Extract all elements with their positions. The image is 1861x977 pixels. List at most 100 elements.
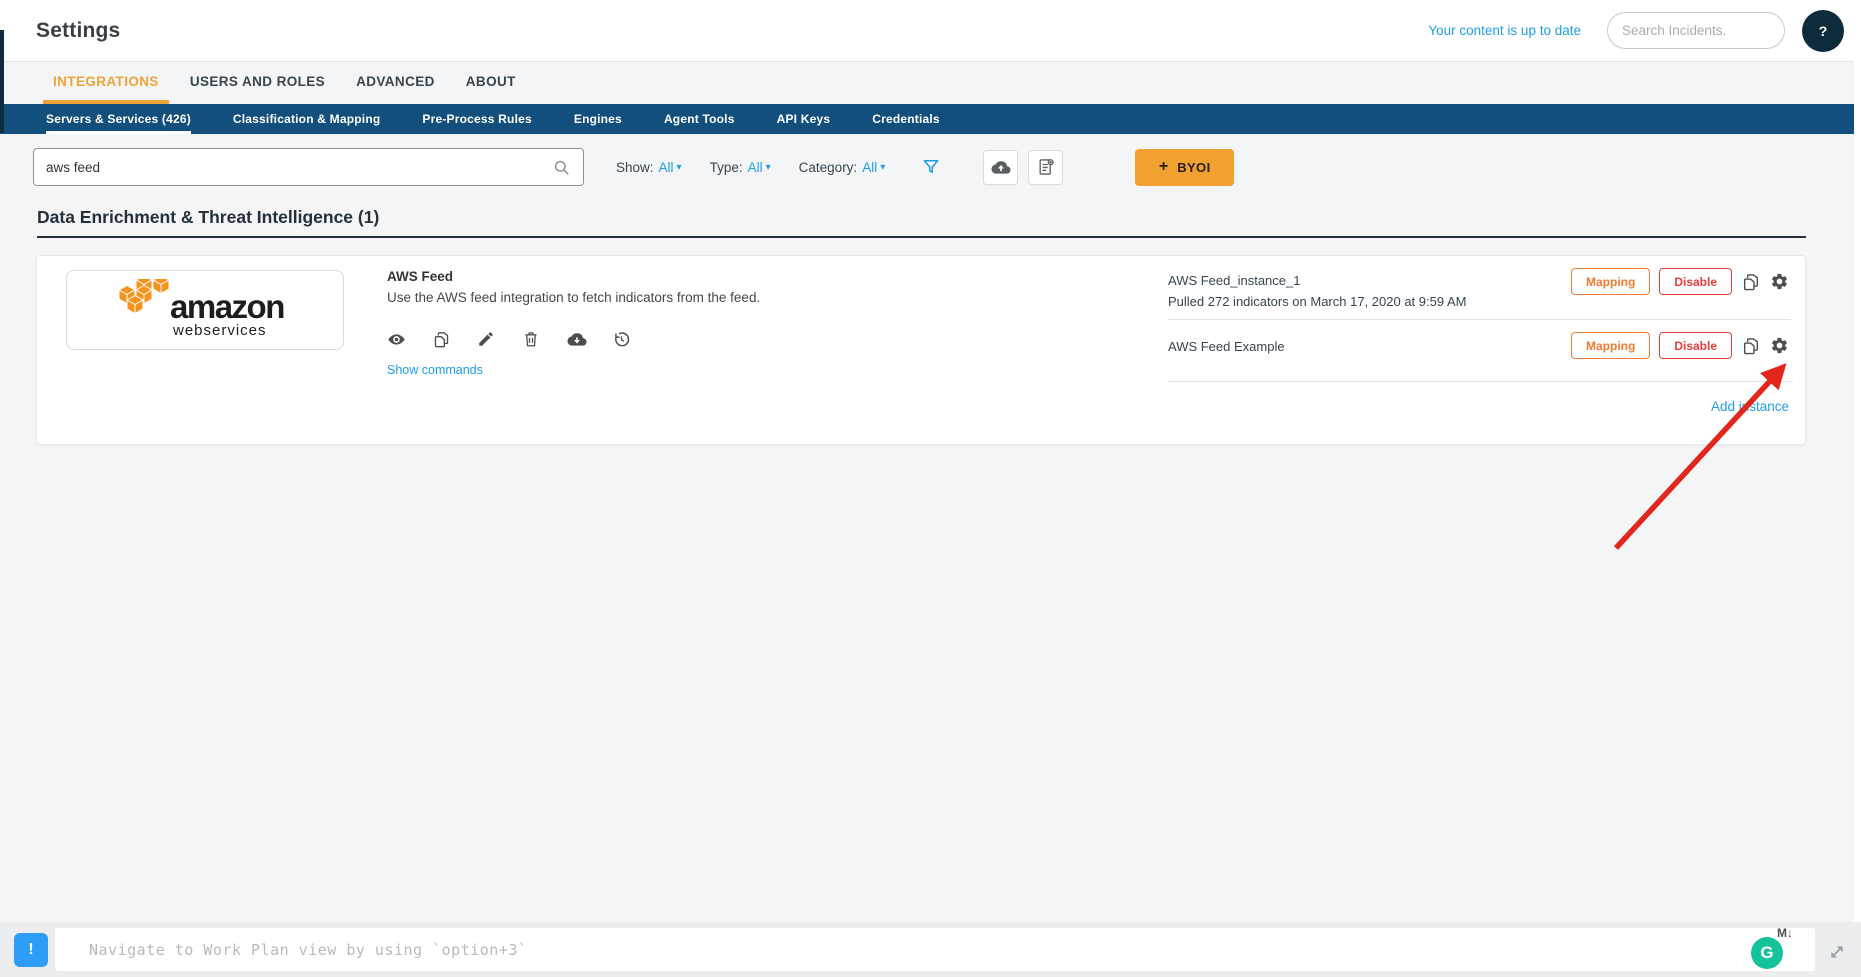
instance-controls: Mapping Disable: [1571, 268, 1789, 295]
integration-logo-box: amazon webservices: [66, 270, 344, 350]
window-edge-sliver: [0, 30, 4, 133]
content-status-link[interactable]: Your content is up to date: [1428, 23, 1581, 38]
search-icon: [552, 158, 571, 177]
gear-icon: [1770, 336, 1789, 355]
instance-divider: [1168, 319, 1791, 320]
disable-button[interactable]: Disable: [1659, 332, 1732, 359]
cli-placeholder: Navigate to Work Plan view by using `opt…: [89, 941, 527, 959]
app-header: Settings Your content is up to date ?: [0, 0, 1861, 62]
help-button[interactable]: ?: [1802, 10, 1844, 52]
mapping-button[interactable]: Mapping: [1571, 332, 1650, 359]
history-icon: [612, 330, 631, 349]
copy-instance-button[interactable]: [1741, 272, 1761, 292]
grammarly-icon: G: [1751, 937, 1783, 969]
cloud-upload-icon: [991, 157, 1011, 177]
expand-resize-icon[interactable]: [1826, 941, 1848, 963]
gear-icon: [1770, 272, 1789, 291]
show-filter[interactable]: Show: All ▾: [616, 160, 682, 175]
grammarly-widget[interactable]: M↓ G: [1751, 931, 1791, 969]
show-filter-value[interactable]: All: [659, 160, 674, 175]
document-plus-icon: [1036, 157, 1056, 177]
delete-button[interactable]: [522, 328, 552, 350]
download-button[interactable]: [567, 328, 597, 350]
copy-integration-button[interactable]: [432, 328, 462, 350]
instance-settings-button[interactable]: [1770, 336, 1789, 355]
integration-name: AWS Feed: [387, 269, 1107, 284]
tab-about[interactable]: ABOUT: [456, 62, 526, 104]
type-filter[interactable]: Type: All ▾: [710, 160, 771, 175]
restore-defaults-button[interactable]: [612, 328, 642, 350]
eye-icon: [387, 330, 406, 349]
category-filter-value[interactable]: All: [862, 160, 877, 175]
filter-group: Show: All ▾ Type: All ▾ Category: All ▾: [616, 160, 913, 175]
instance-status: Pulled 272 indicators on March 17, 2020 …: [1168, 294, 1466, 309]
subnav-classification-mapping[interactable]: Classification & Mapping: [233, 104, 380, 134]
view-button[interactable]: [387, 328, 417, 350]
aws-logo-text-main: amazon: [170, 288, 284, 325]
tab-users-and-roles[interactable]: USERS AND ROLES: [180, 62, 335, 104]
notification-button[interactable]: !: [14, 933, 48, 967]
aws-logo: amazon webservices: [100, 279, 310, 341]
exclamation-icon: !: [28, 941, 33, 959]
byoi-button[interactable]: + BYOI: [1135, 149, 1234, 186]
integration-description: Use the AWS feed integration to fetch in…: [387, 290, 1107, 305]
edit-button[interactable]: [477, 328, 507, 350]
subnav-agent-tools[interactable]: Agent Tools: [664, 104, 735, 134]
funnel-icon: [921, 157, 941, 177]
header-right-cluster: Your content is up to date ?: [1428, 10, 1844, 52]
instance-controls: Mapping Disable: [1571, 332, 1789, 359]
settings-tabs: INTEGRATIONS USERS AND ROLES ADVANCED AB…: [0, 62, 1861, 104]
tab-integrations[interactable]: INTEGRATIONS: [43, 62, 169, 104]
cli-input[interactable]: Navigate to Work Plan view by using `opt…: [55, 928, 1815, 971]
chevron-down-icon[interactable]: ▾: [677, 162, 682, 173]
integration-search-box[interactable]: [33, 148, 584, 186]
add-instance-link[interactable]: Add instance: [1711, 399, 1789, 414]
type-filter-value[interactable]: All: [748, 160, 763, 175]
instance-settings-button[interactable]: [1770, 272, 1789, 291]
plus-icon: +: [1159, 159, 1168, 175]
category-filter[interactable]: Category: All ▾: [799, 160, 886, 175]
copy-instance-button[interactable]: [1741, 336, 1761, 356]
type-filter-label: Type:: [710, 160, 743, 175]
advanced-filter-button[interactable]: [921, 157, 941, 177]
incident-search-box[interactable]: [1607, 12, 1785, 49]
category-filter-label: Category:: [799, 160, 858, 175]
show-filter-label: Show:: [616, 160, 654, 175]
pencil-icon: [477, 330, 495, 348]
mapping-button[interactable]: Mapping: [1571, 268, 1650, 295]
tab-advanced[interactable]: ADVANCED: [346, 62, 445, 104]
integrations-subnav: Servers & Services (426) Classification …: [0, 104, 1861, 134]
copy-icon: [432, 330, 451, 349]
settings-page: Settings Your content is up to date ? IN…: [0, 0, 1861, 977]
subnav-engines[interactable]: Engines: [574, 104, 622, 134]
integration-card-aws-feed: amazon webservices AWS Feed Use the AWS …: [36, 255, 1806, 445]
subnav-preprocess-rules[interactable]: Pre-Process Rules: [422, 104, 531, 134]
integration-info: AWS Feed Use the AWS feed integration to…: [387, 269, 1107, 377]
chevron-down-icon[interactable]: ▾: [880, 162, 885, 173]
copy-icon: [1741, 272, 1761, 292]
integrations-toolbar: Show: All ▾ Type: All ▾ Category: All ▾: [0, 134, 1861, 200]
subnav-api-keys[interactable]: API Keys: [777, 104, 831, 134]
chevron-down-icon[interactable]: ▾: [766, 162, 771, 173]
subnav-credentials[interactable]: Credentials: [872, 104, 940, 134]
instance-name: AWS Feed Example: [1168, 339, 1285, 354]
show-commands-link[interactable]: Show commands: [387, 363, 1107, 377]
instance-name: AWS Feed_instance_1: [1168, 273, 1300, 288]
category-section-title: Data Enrichment & Threat Intelligence (1…: [37, 207, 379, 228]
byoi-button-label: BYOI: [1177, 160, 1210, 175]
subnav-servers-services[interactable]: Servers & Services (426): [46, 104, 191, 134]
cli-footer: ! Navigate to Work Plan view by using `o…: [0, 922, 1861, 977]
cloud-download-icon: [567, 329, 587, 349]
incident-search-input[interactable]: [1622, 23, 1770, 38]
upload-integration-button[interactable]: [983, 150, 1018, 185]
markdown-download-icon: M↓: [1777, 926, 1793, 940]
copy-icon: [1741, 336, 1761, 356]
scrollbar-track[interactable]: [1854, 0, 1861, 922]
install-content-button[interactable]: [1028, 150, 1063, 185]
trash-icon: [522, 330, 540, 348]
instance-divider: [1168, 381, 1791, 382]
integration-actions: [387, 328, 1107, 350]
integration-search-input[interactable]: [46, 160, 552, 175]
question-mark-icon: ?: [1819, 23, 1828, 39]
disable-button[interactable]: Disable: [1659, 268, 1732, 295]
